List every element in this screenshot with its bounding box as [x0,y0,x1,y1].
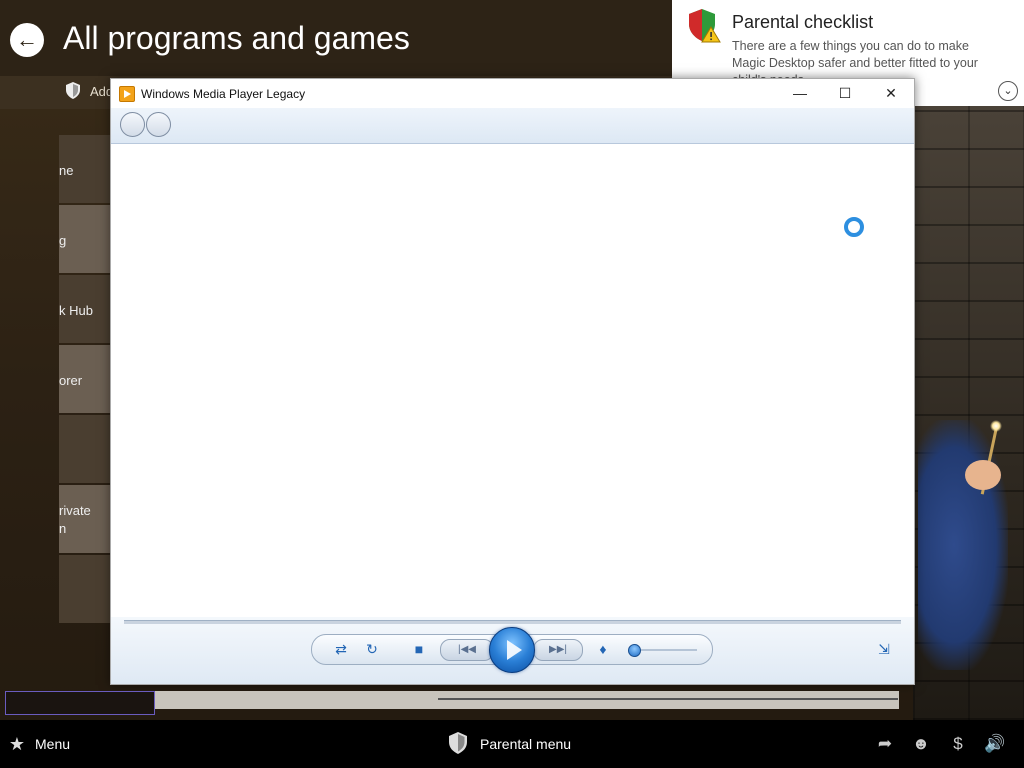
nav-back-button[interactable] [120,112,145,137]
playback-controls: ⇄ ↻ ■ |◀◀ ▶▶| ♦ ⇲ [111,617,914,684]
close-button[interactable]: ✕ [868,79,914,108]
shuffle-icon[interactable]: ⇄ [331,639,351,659]
program-tile[interactable] [59,415,110,483]
repeat-icon[interactable]: ↻ [362,639,382,659]
monkey-icon[interactable]: ☻ [909,734,933,754]
volume-slider-knob[interactable] [628,644,641,657]
previous-button[interactable]: |◀◀ [440,639,494,661]
tile-label-line2: n [59,521,67,536]
menu-button[interactable]: Menu [35,736,70,752]
tile-label: g [59,233,67,248]
program-tile[interactable]: k Hub [59,275,110,343]
shield-icon [449,732,467,754]
wmp-app-icon [119,86,135,102]
nav-forward-button[interactable] [146,112,171,137]
maximize-button[interactable]: ☐ [822,79,868,108]
stop-icon[interactable]: ■ [409,639,429,659]
checklist-description: There are a few things you can do to mak… [732,39,978,82]
shield-warning-icon [689,9,721,43]
parental-menu-button[interactable]: Parental menu [480,736,571,752]
window-titlebar[interactable]: Windows Media Player Legacy — ☐ ✕ [111,79,914,108]
program-tile[interactable] [59,555,110,623]
tile-label: rivate [59,503,91,518]
program-tile[interactable]: ne [59,135,110,203]
page-header: ← All programs and games [0,0,672,76]
loading-spinner-icon [844,217,864,237]
program-tile[interactable]: rivate n [59,485,110,553]
scrollbar-thumb[interactable] [438,698,898,700]
volume-icon[interactable]: 🔊 [983,734,1007,754]
tile-label: k Hub [59,303,93,318]
wizard-hand [965,460,1001,490]
next-button[interactable]: ▶▶| [533,639,583,661]
scroll-left-region[interactable] [5,691,155,715]
money-icon[interactable]: $ [946,734,970,754]
seek-bar[interactable] [124,620,901,624]
wmp-nav-bar [111,108,914,144]
tile-label: ne [59,163,74,178]
wmp-content-area [111,144,914,617]
shield-icon [66,82,80,99]
back-arrow-icon[interactable]: ← [10,23,44,57]
program-tile[interactable]: g [59,205,110,273]
tile-label: orer [59,373,83,388]
program-tile[interactable]: orer [59,345,110,413]
page-title: All programs and games [63,20,410,56]
checklist-title: Parental checklist [732,12,874,32]
wmp-window: Windows Media Player Legacy — ☐ ✕ ⇄ ↻ ■ … [110,78,915,685]
window-title: Windows Media Player Legacy [141,87,306,101]
share-icon[interactable]: ➦ [873,734,897,754]
wizard-menu-icon[interactable]: ★ [6,733,28,755]
chevron-down-icon[interactable]: ⌄ [998,81,1018,101]
minimize-button[interactable]: — [777,79,823,108]
play-button[interactable] [489,627,535,673]
switch-to-now-playing-icon[interactable]: ⇲ [874,639,894,659]
mute-icon[interactable]: ♦ [593,639,613,659]
wizard-character [918,420,1008,670]
wand-sparkle-icon [990,420,1002,432]
